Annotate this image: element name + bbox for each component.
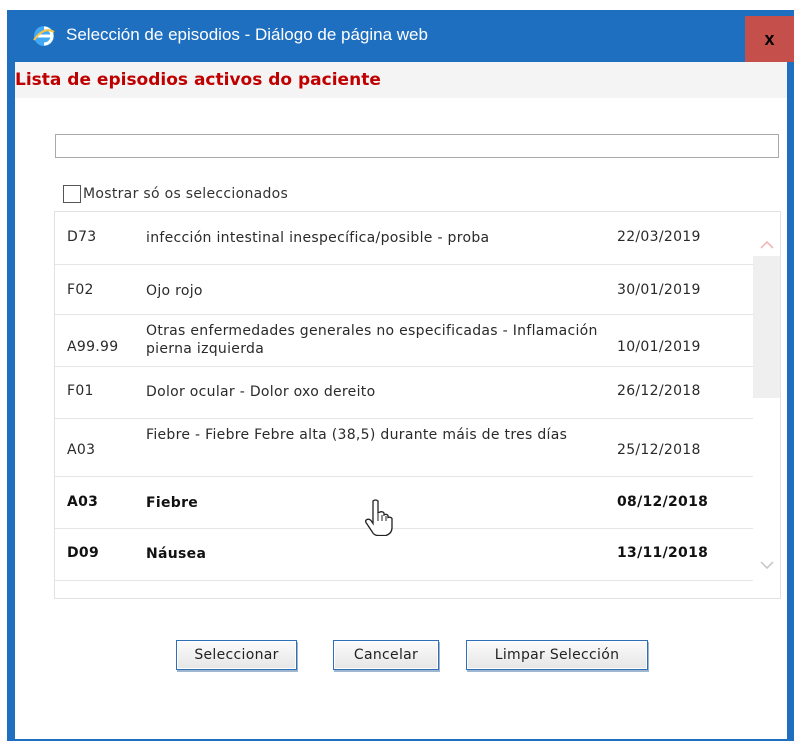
ie-icon [33,26,55,46]
episode-date: 10/01/2019 [617,339,701,355]
filter-row: Mostrar só os seleccionados [63,184,288,204]
window-title: Selección de episodios - Diálogo de pági… [66,25,428,44]
heading-bar: Lista de episodios activos do paciente [15,62,787,98]
episode-description: Náusea [146,546,207,562]
episode-date: 13/11/2018 [617,545,709,561]
scroll-down-icon[interactable] [759,559,775,571]
episode-code: F01 [67,383,94,399]
hand-cursor-icon [365,499,393,536]
episode-code: A03 [67,442,96,458]
list-item[interactable]: D73 infección intestinal inespecífica/pos… [55,212,753,265]
cancel-button[interactable]: Cancelar [333,640,439,670]
episode-description: Ojo rojo [146,283,203,299]
list-item[interactable]: F01 Dolor ocular - Dolor oxo dereito 26/12… [55,367,753,419]
close-button[interactable]: x [745,16,794,62]
dialog-content: Lista de episodios activos do paciente M… [15,62,787,739]
episode-description: infección intestinal inespecífica/posibl… [146,230,490,246]
episode-date: 08/12/2018 [617,494,709,510]
episode-code: F02 [67,282,94,298]
episode-list[interactable]: D73 infección intestinal inespecífica/pos… [54,211,781,599]
page-title: Lista de episodios activos do paciente [15,70,381,90]
scroll-thumb[interactable] [753,256,780,398]
episode-description: Otras enfermedades generales no especifi… [146,323,598,357]
episode-code: D73 [67,229,97,245]
button-bar: Seleccionar Cancelar Limpar Selección [15,640,787,680]
scroll-up-icon[interactable] [759,238,775,250]
search-input[interactable] [55,134,779,158]
episode-date: 30/01/2019 [617,282,701,298]
list-item[interactable]: F02 Ojo rojo 30/01/2019 [55,265,753,315]
list-item[interactable]: A03 Fiebre 08/12/2018 [55,477,753,529]
episode-description: Fiebre - Fiebre Febre alta (38,5) durant… [146,427,568,443]
episode-code: A99.99 [67,339,119,355]
title-bar[interactable]: Selección de episodios - Diálogo de pági… [7,10,794,62]
dialog-window: Selección de episodios - Diálogo de pági… [7,10,794,741]
show-selected-label[interactable]: Mostrar só os seleccionados [83,186,288,202]
clear-selection-button[interactable]: Limpar Selección [466,640,648,670]
episode-description: Dolor ocular - Dolor oxo dereito [146,384,376,400]
episode-date: 26/12/2018 [617,383,701,399]
episode-date: 25/12/2018 [617,442,701,458]
close-icon: x [764,29,775,49]
episode-code: A03 [67,494,99,510]
list-item[interactable]: A03 Fiebre - Fiebre Febre alta (38,5) dur… [55,419,753,477]
list-item[interactable]: D09 Náusea 13/11/2018 [55,529,753,581]
scrollbar[interactable] [753,212,780,598]
episode-code: D09 [67,545,100,561]
list-item[interactable]: A99.99 Otras enfermedades generales no es… [55,315,753,367]
select-button[interactable]: Seleccionar [176,640,297,670]
episode-date: 22/03/2019 [617,229,701,245]
show-selected-checkbox[interactable] [63,185,81,203]
